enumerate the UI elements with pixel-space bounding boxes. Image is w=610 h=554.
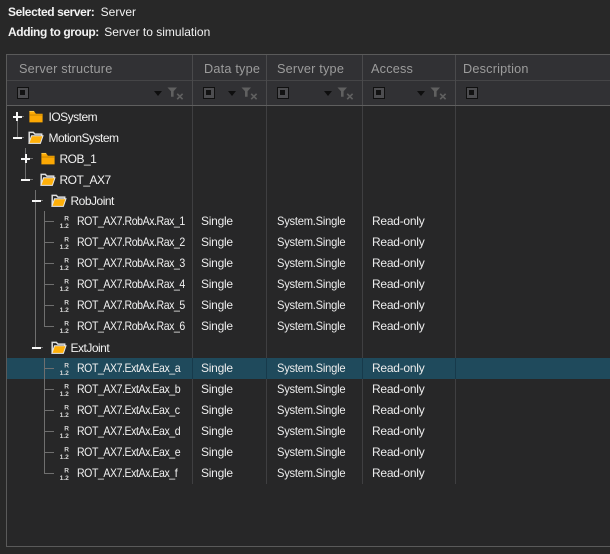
svg-text:R: R <box>64 404 69 411</box>
svg-text:1.2: 1.2 <box>59 223 68 229</box>
svg-text:1.2: 1.2 <box>59 433 68 439</box>
svg-text:R: R <box>64 236 69 243</box>
svg-text:R: R <box>64 425 69 432</box>
svg-text:1.2: 1.2 <box>59 370 68 376</box>
svg-text:1.2: 1.2 <box>59 265 68 271</box>
svg-text:1.2: 1.2 <box>59 328 68 334</box>
svg-text:R: R <box>64 215 69 222</box>
svg-text:R: R <box>64 299 69 306</box>
svg-text:1.2: 1.2 <box>59 475 68 481</box>
svg-text:R: R <box>64 467 69 474</box>
svg-text:1.2: 1.2 <box>59 391 68 397</box>
svg-text:1.2: 1.2 <box>59 307 68 313</box>
svg-text:R: R <box>64 257 69 264</box>
svg-text:R: R <box>64 320 69 327</box>
svg-text:R: R <box>64 446 69 453</box>
svg-text:1.2: 1.2 <box>59 244 68 250</box>
svg-text:1.2: 1.2 <box>59 454 68 460</box>
svg-text:1.2: 1.2 <box>59 412 68 418</box>
svg-text:1.2: 1.2 <box>59 286 68 292</box>
svg-text:R: R <box>64 278 69 285</box>
svg-text:R: R <box>64 383 69 390</box>
svg-text:R: R <box>64 362 69 369</box>
